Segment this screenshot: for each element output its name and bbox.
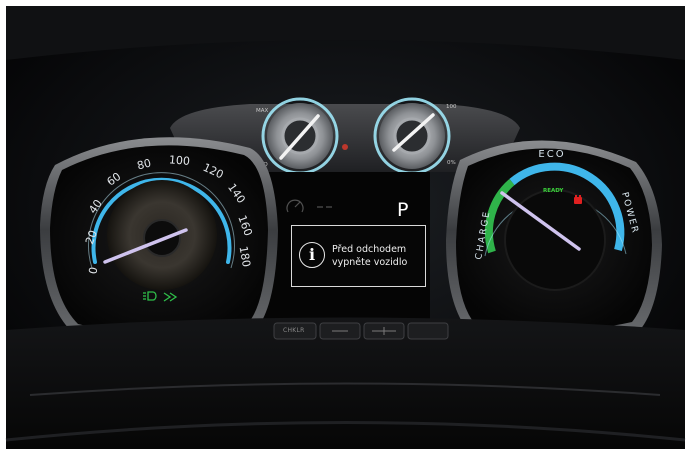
ready-indicator: READY	[543, 188, 564, 194]
message-line-1: Před odchodem	[332, 244, 407, 255]
button-1-label: CHKLR	[283, 327, 305, 334]
mini-right-bottom-label: 0%	[447, 160, 456, 166]
cluster-button-4[interactable]	[407, 322, 449, 340]
mini-right-top-label: 100	[446, 104, 457, 110]
mini-gauge-red-dot	[342, 144, 348, 150]
message-line-2: vypněte vozidlo	[332, 257, 408, 268]
gear-indicator: P	[397, 199, 409, 221]
info-icon: i	[299, 242, 325, 268]
mini-left-max-label: MAX	[256, 108, 269, 114]
speed-tick-100: 100	[168, 153, 190, 168]
mini-gauge-right	[373, 97, 451, 175]
info-message-box: i Před odchodem vypněte vozidlo	[291, 225, 426, 287]
eco-label: ECO	[538, 149, 565, 160]
